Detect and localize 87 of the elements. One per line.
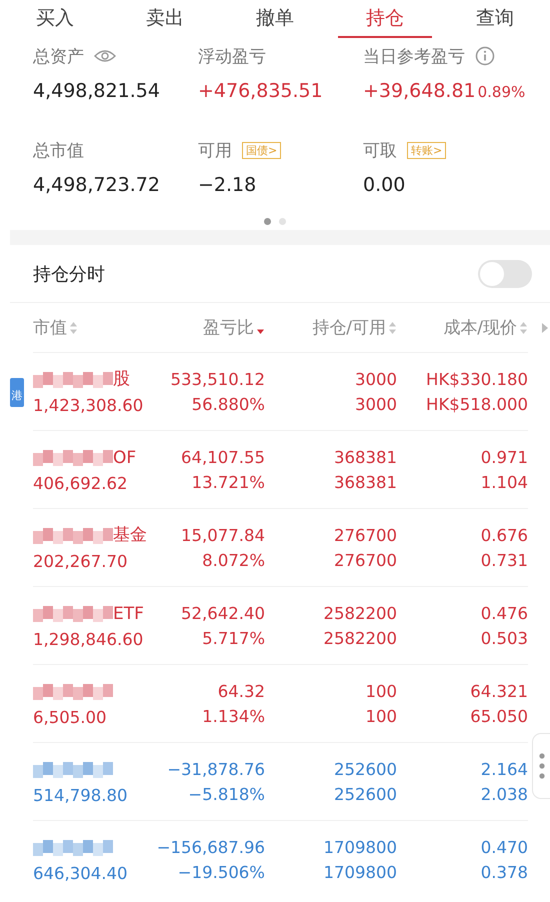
market-value: 202,267.70 [33, 552, 128, 570]
summary-value: −2.18 [198, 174, 256, 196]
holding-qty: 252600 [334, 760, 397, 778]
column-header[interactable]: 市值 [33, 316, 67, 339]
market-value: 406,692.62 [33, 474, 128, 492]
cost-price: 64.321 [470, 682, 528, 700]
tab[interactable]: 查询 [448, 0, 542, 38]
pnl-ratio: −19.506% [178, 862, 265, 882]
pnl-ratio: 13.721% [192, 472, 265, 492]
tab[interactable]: 持仓 [338, 0, 432, 38]
current-price: 0.378 [480, 862, 528, 882]
holding-qty: 1709800 [324, 838, 397, 856]
cost-price: 0.676 [480, 526, 528, 544]
pnl-amount: 64,107.55 [181, 448, 265, 466]
tab[interactable]: 撤单 [228, 0, 322, 38]
tab[interactable]: 买入 [8, 0, 102, 38]
available-qty: 1709800 [324, 862, 397, 882]
current-price: 65.050 [470, 706, 528, 726]
security-name: 基金 [113, 524, 147, 546]
security-name: OF [113, 448, 136, 468]
holding-qty: 3000 [355, 370, 397, 388]
summary-label: 总市值 [33, 140, 84, 162]
current-price: 1.104 [480, 472, 528, 492]
pnl-amount: −156,687.96 [156, 838, 265, 856]
pnl-amount: −31,878.76 [167, 760, 265, 778]
eye-icon[interactable] [94, 49, 116, 63]
holding-qty: 2582200 [324, 604, 397, 622]
more-icon [538, 753, 544, 779]
holding-qty: 100 [366, 682, 397, 700]
pnl-ratio: −5.818% [188, 784, 265, 804]
tag-link[interactable]: 国债> [242, 142, 282, 158]
pnl-amount: 533,510.12 [170, 370, 265, 388]
market-value: 1,298,846.60 [33, 630, 144, 648]
pnl-ratio: 5.717% [202, 628, 265, 648]
market-value: 514,798.80 [33, 786, 128, 804]
holding-qty: 368381 [334, 448, 397, 466]
available-qty: 276700 [334, 550, 397, 570]
info-icon[interactable] [475, 46, 495, 66]
available-qty: 2582200 [324, 628, 397, 648]
pnl-ratio: 56.880% [192, 394, 265, 414]
summary-label: 浮动盈亏 [198, 46, 266, 68]
summary-label: 总资产 [33, 46, 84, 68]
column-header[interactable]: 成本/现价 [443, 316, 517, 339]
holding-qty: 276700 [334, 526, 397, 544]
available-qty: 368381 [334, 472, 397, 492]
pnl-ratio: 1.134% [202, 706, 265, 726]
column-header[interactable]: 盈亏比 [203, 316, 254, 339]
cost-price: 0.470 [480, 838, 528, 856]
available-qty: 3000 [355, 394, 397, 414]
market-badge: 港 [10, 378, 24, 407]
tab[interactable]: 卖出 [118, 0, 212, 38]
current-price: 0.503 [480, 628, 528, 648]
security-name: 股 [113, 368, 130, 390]
summary-label: 当日参考盈亏 [363, 46, 465, 68]
summary-label: 可取 [363, 140, 397, 162]
pnl-amount: 52,642.40 [181, 604, 265, 622]
market-value: 1,423,308.60 [33, 396, 144, 414]
summary-value: 0.00 [363, 174, 406, 196]
toggle-label: 持仓分时 [33, 262, 105, 286]
available-qty: 100 [366, 706, 397, 726]
cost-price: HK$330.180 [426, 370, 528, 388]
current-price: HK$518.000 [426, 394, 528, 414]
tag-link[interactable]: 转账> [407, 142, 446, 158]
page-dot[interactable] [279, 218, 286, 225]
percent-value: 0.89% [478, 83, 526, 101]
current-price: 0.731 [480, 550, 528, 570]
pnl-amount: 64.32 [218, 682, 265, 700]
cost-price: 2.164 [480, 760, 528, 778]
summary-value: 4,498,723.72 [33, 174, 160, 196]
market-value: 646,304.40 [33, 864, 128, 882]
pnl-ratio: 8.072% [202, 550, 265, 570]
cost-price: 0.971 [480, 448, 528, 466]
page-dot[interactable] [264, 218, 271, 225]
toggle-switch[interactable] [478, 260, 532, 288]
market-value: 6,505.00 [33, 708, 108, 726]
summary-value: +39,648.81 [363, 80, 476, 102]
security-name: ETF [113, 604, 144, 624]
current-price: 2.038 [480, 784, 528, 804]
summary-label: 可用 [198, 140, 232, 162]
column-header[interactable]: 持仓/可用 [312, 316, 386, 339]
available-qty: 252600 [334, 784, 397, 804]
summary-value: +476,835.51 [198, 80, 323, 102]
summary-value: 4,498,821.54 [33, 80, 160, 102]
pnl-amount: 15,077.84 [181, 526, 265, 544]
scroll-right-icon[interactable] [541, 323, 548, 333]
more-handle[interactable] [532, 733, 550, 799]
cost-price: 0.476 [480, 604, 528, 622]
